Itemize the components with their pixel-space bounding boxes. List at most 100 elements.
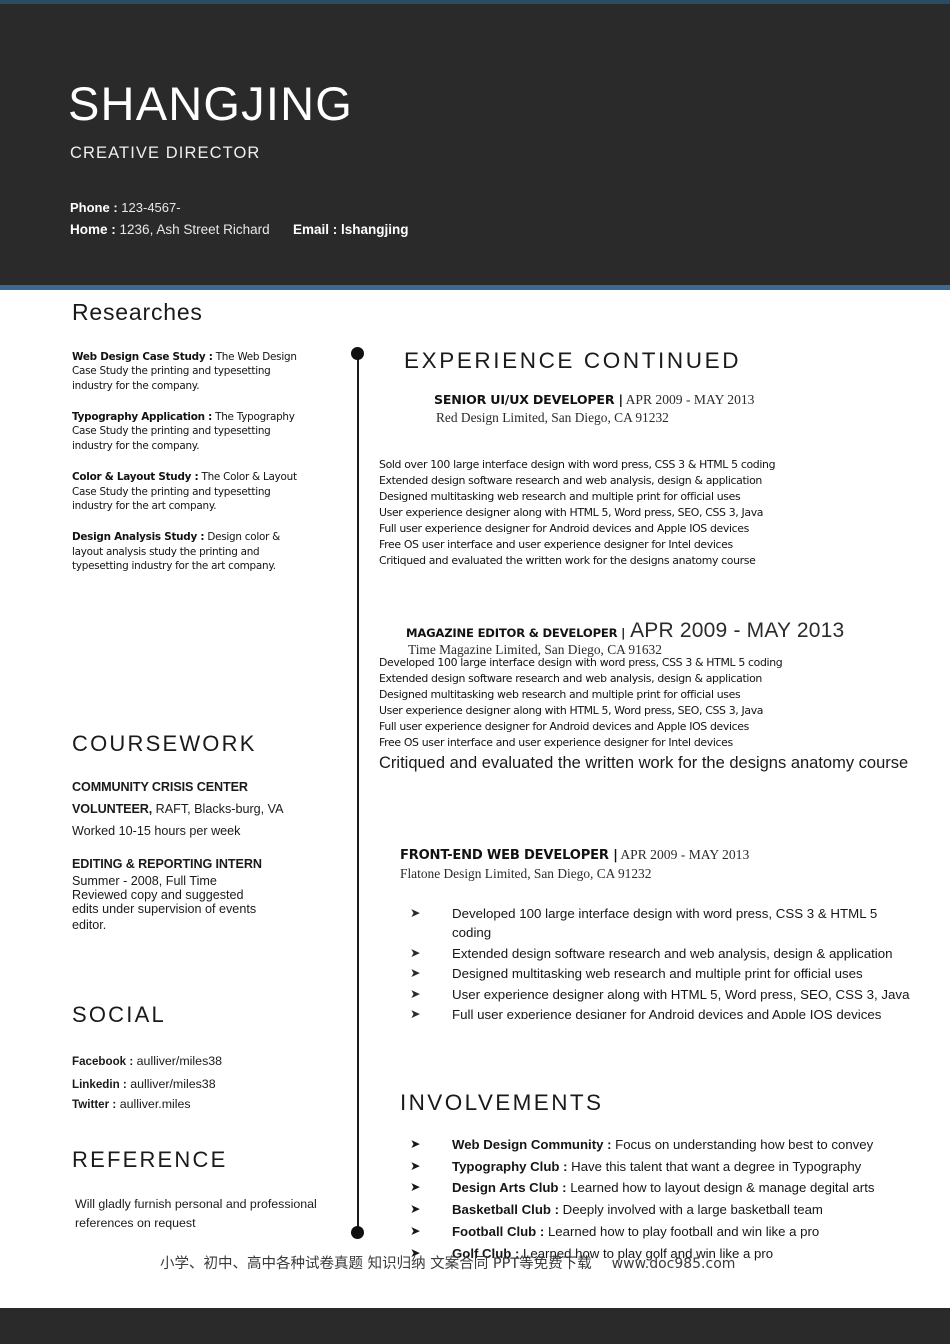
coursework-entry-desc-3-clipped: editor. <box>72 917 107 932</box>
header-accent-divider <box>0 285 950 290</box>
coursework-entry-desc-2: edits under supervision of events <box>72 901 257 916</box>
list-item: Web Design Case Study : The Web Design C… <box>72 350 312 393</box>
social-row-linkedin[interactable]: Linkedin : aulliver/miles38 <box>72 1073 322 1093</box>
arrow-bullet-icon: ➤ <box>410 986 421 1001</box>
list-item: Free OS user interface and user experien… <box>379 735 733 749</box>
coursework-entry-hours: Worked 10-15 hours per week <box>72 823 241 838</box>
list-item: ➤ Football Club : Learned how to play fo… <box>400 1225 920 1238</box>
coursework-entry-role: VOLUNTEER, RAFT, Blacks-burg, VA <box>72 797 322 821</box>
arrow-bullet-icon: ➤ <box>410 1223 421 1238</box>
involvement-text: Deeply involved with a large basketball … <box>559 1202 823 1218</box>
coursework-entry: COMMUNITY CRISIS CENTER VOLUNTEER, RAFT,… <box>72 778 322 841</box>
list-item: ➤ Developed 100 large interface design w… <box>400 904 920 943</box>
list-item: Extended design software research and we… <box>379 473 762 487</box>
social-label-twitter: Twitter : <box>72 1098 117 1112</box>
involvement-label: Typography Club : <box>452 1158 568 1174</box>
involvement-label: Basketball Club : <box>452 1202 559 1218</box>
social-list: Facebook : aulliver/miles38 Linkedin : a… <box>72 1050 322 1116</box>
job-title: SENIOR UI/UX DEVELOPER | APR 2009 - MAY … <box>434 392 918 408</box>
timeline-dot-top-icon <box>351 347 364 360</box>
job-bullet-emphasized: Critiqued and evaluated the written work… <box>379 753 909 772</box>
researches-title: Researches <box>72 299 203 325</box>
coursework-entry-desc-1: Reviewed copy and suggested <box>72 887 244 902</box>
involvement-label: Football Club : <box>452 1223 545 1239</box>
job-dates: APR 2009 - MAY 2013 <box>622 392 755 407</box>
arrow-bullet-icon: ➤ <box>410 1202 421 1217</box>
timeline-dot-bottom-icon <box>351 1226 364 1239</box>
involvements-title: INVOLVEMENTS <box>400 1090 604 1115</box>
researches-list: Web Design Case Study : The Web Design C… <box>72 350 312 590</box>
list-item: User experience designer along with HTML… <box>379 703 764 717</box>
coursework-body: COMMUNITY CRISIS CENTER VOLUNTEER, RAFT,… <box>72 778 322 934</box>
footer-bar <box>0 1308 950 1344</box>
involvement-label: Design Arts Club : <box>452 1180 567 1196</box>
involvements-list: ➤ Web Design Community : Focus on unders… <box>400 1138 920 1260</box>
social-row-facebook[interactable]: Facebook : aulliver/miles38 <box>72 1050 322 1073</box>
job-title-text: MAGAZINE EDITOR & DEVELOPER | <box>406 626 626 640</box>
arrow-bullet-icon: ➤ <box>410 966 421 981</box>
social-row-twitter[interactable]: Twitter : aulliver.miles <box>72 1093 322 1116</box>
watermark-footer: 小学、初中、高中各种试卷真题 知识归纳 文案合同 PPT等免费下载 www.doc… <box>160 1252 735 1273</box>
watermark-text: 小学、初中、高中各种试卷真题 知识归纳 文案合同 PPT等免费下载 <box>160 1256 592 1272</box>
contact-home-value: 1236, Ash Street Richard <box>119 222 270 237</box>
social-label-facebook: Facebook : <box>72 1055 134 1069</box>
research-item-label: Web Design Case Study : <box>72 351 213 363</box>
coursework-role-rest: RAFT, Blacks-burg, VA <box>152 802 284 817</box>
job-title: FRONT-END WEB DEVELOPER | APR 2009 - MAY… <box>400 847 920 863</box>
coursework-entry-org: COMMUNITY CRISIS CENTER <box>72 780 248 795</box>
section-reference: REFERENCE Will gladly furnish personal a… <box>72 1147 322 1232</box>
reference-title: REFERENCE <box>72 1147 228 1172</box>
involvement-text: Learned how to play football and win lik… <box>544 1223 820 1239</box>
list-item: ➤ Typography Club : Have this talent tha… <box>400 1160 920 1173</box>
list-item: ➤ User experience designer along with HT… <box>400 985 920 1004</box>
contact-email: Email : lshangjing <box>293 222 409 237</box>
list-item: Developed 100 large interface design wit… <box>379 656 783 669</box>
list-item: Critiqued and evaluated the written work… <box>379 553 756 567</box>
list-item: ➤ Design Arts Club : Learned how to layo… <box>400 1181 920 1194</box>
social-value-twitter: aulliver.miles <box>119 1097 191 1112</box>
social-value-facebook: aulliver/miles38 <box>136 1054 223 1069</box>
list-item-text: Designed multitasking web research and m… <box>452 966 863 982</box>
list-item: Full user experience designer for Androi… <box>379 521 749 535</box>
list-item-text: Developed 100 large interface design wit… <box>452 906 878 941</box>
arrow-bullet-icon: ➤ <box>410 1158 421 1173</box>
section-social: SOCIAL Facebook : aulliver/miles38 Linke… <box>72 1002 322 1116</box>
contact-home-label: Home : <box>70 222 116 237</box>
list-item: ➤ Web Design Community : Focus on unders… <box>400 1138 920 1151</box>
list-item: Free OS user interface and user experien… <box>379 537 733 551</box>
job-company: Red Design Limited, San Diego, CA 91232 <box>436 410 669 425</box>
involvement-text: Have this talent that want a degree in T… <box>567 1158 862 1174</box>
list-item-text: User experience designer along with HTML… <box>452 986 910 1002</box>
social-title: SOCIAL <box>72 1002 166 1027</box>
list-item: ➤ Basketball Club : Deeply involved with… <box>400 1203 920 1216</box>
social-label-linkedin: Linkedin : <box>72 1078 127 1092</box>
coursework-title: COURSEWORK <box>72 731 257 756</box>
coursework-entry: EDITING & REPORTING INTERN Summer - 2008… <box>72 855 322 934</box>
watermark-url[interactable]: www.doc985.com <box>612 1256 736 1272</box>
list-item: Design Analysis Study : Design color & l… <box>72 530 312 573</box>
list-item: Color & Layout Study : The Color & Layou… <box>72 470 312 513</box>
contact-phone-value: 123-4567- <box>121 200 181 215</box>
coursework-role-bold: VOLUNTEER, <box>72 802 153 817</box>
list-item: Extended design software research and we… <box>379 671 762 685</box>
job-title: MAGAZINE EDITOR & DEVELOPER | APR 2009 -… <box>406 620 918 641</box>
job-title-text: SENIOR UI/UX DEVELOPER | <box>434 392 623 407</box>
sidebar: Researches Web Design Case Study : The W… <box>72 299 322 1230</box>
job-dates: APR 2009 - MAY 2013 <box>625 619 845 642</box>
job-bullets: ➤ Developed 100 large interface design w… <box>400 904 920 1019</box>
list-item: Designed multitasking web research and m… <box>379 687 741 701</box>
section-coursework: COURSEWORK COMMUNITY CRISIS CENTER VOLUN… <box>72 731 322 934</box>
section-involvements: INVOLVEMENTS ➤ Web Design Community : Fo… <box>400 1090 920 1268</box>
arrow-bullet-icon: ➤ <box>410 945 421 960</box>
list-item: Full user experience designer for Androi… <box>379 719 749 733</box>
contact-phone: Phone : 123-4567- <box>70 200 181 215</box>
timeline-rule <box>357 356 359 1234</box>
list-item-text: Extended design software research and we… <box>452 945 893 961</box>
job-role-subtitle: CREATIVE DIRECTOR <box>70 144 261 162</box>
experience-entry: SENIOR UI/UX DEVELOPER | APR 2009 - MAY … <box>378 392 918 568</box>
coursework-entry-title: EDITING & REPORTING INTERN <box>72 856 262 871</box>
job-dates: APR 2009 - MAY 2013 <box>617 847 750 862</box>
list-item: Designed multitasking web research and m… <box>379 489 741 503</box>
resume-header: SHANGJING CREATIVE DIRECTOR Phone : 123-… <box>0 4 950 285</box>
section-researches: Researches Web Design Case Study : The W… <box>72 299 322 572</box>
